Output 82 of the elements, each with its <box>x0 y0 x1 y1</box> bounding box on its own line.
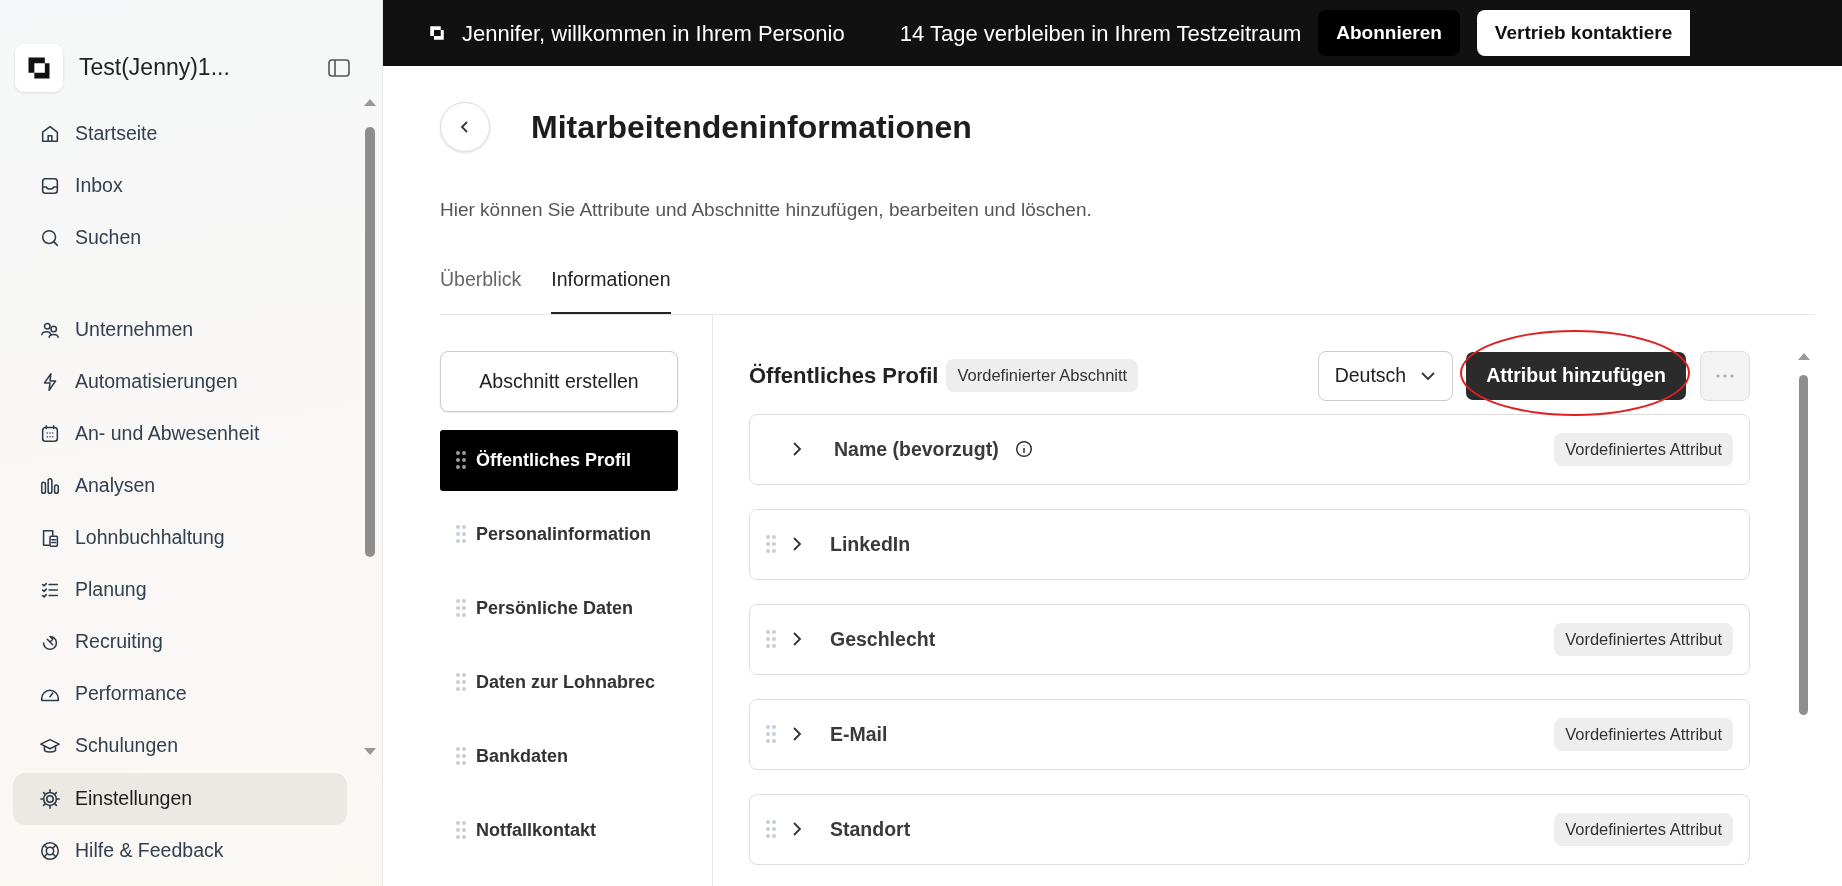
scrollbar[interactable] <box>364 97 376 757</box>
sidebar-item[interactable]: Inbox <box>13 160 354 212</box>
logo-icon <box>428 24 446 42</box>
section-item[interactable]: Persönliche Daten <box>440 577 678 639</box>
section-tag: Vordefinierter Abschnitt <box>946 359 1139 393</box>
sidebar-item[interactable]: Recruiting <box>13 616 354 668</box>
sidebar-item[interactable]: Automatisierungen <box>13 356 354 408</box>
sidebar-toggle-icon[interactable] <box>327 56 351 79</box>
more-icon <box>1716 373 1734 378</box>
chevron-right-icon[interactable] <box>792 821 802 838</box>
calendar-icon <box>39 423 61 445</box>
drag-handle-icon[interactable] <box>766 820 776 839</box>
attribute-row[interactable]: LinkedIn <box>749 508 1750 580</box>
info-icon[interactable] <box>1014 440 1033 459</box>
bar-chart-icon <box>39 475 61 497</box>
drag-handle-icon[interactable] <box>766 630 776 649</box>
section-item[interactable]: Notfallkontakt <box>440 799 678 861</box>
scroll-up-icon[interactable] <box>364 97 376 107</box>
attribute-row[interactable]: E-Mail Vordefiniertes Attribut <box>749 698 1750 770</box>
logo-icon[interactable] <box>15 43 63 92</box>
attribute-tag: Vordefiniertes Attribut <box>1554 812 1733 846</box>
home-icon <box>39 123 61 145</box>
chevron-right-icon[interactable] <box>792 536 802 553</box>
more-button[interactable] <box>1700 350 1750 401</box>
chevron-right-icon[interactable] <box>792 441 802 458</box>
drag-handle-icon[interactable] <box>456 451 466 470</box>
attribute-name: Standort <box>830 816 911 842</box>
attribute-name: Name (bevorzugt) <box>834 436 999 462</box>
contact-button[interactable]: Vertrieb kontaktiere <box>1476 9 1691 57</box>
add-attribute-button[interactable]: Attribut hinzufügen <box>1466 351 1686 400</box>
attribute-tag: Vordefiniertes Attribut <box>1554 432 1733 466</box>
attribute-tag: Vordefiniertes Attribut <box>1554 717 1733 751</box>
sidebar-item[interactable]: Suchen <box>13 212 354 264</box>
drag-handle-icon[interactable] <box>766 725 776 744</box>
chevron-down-icon <box>1420 370 1437 381</box>
sidebar-item[interactable]: Einstellungen <box>13 773 347 825</box>
attribute-name: LinkedIn <box>830 531 911 557</box>
tab[interactable]: Informationen <box>551 258 671 314</box>
create-section-button[interactable]: Abschnitt erstellen <box>440 350 678 412</box>
sidebar-item[interactable]: Lohnbuchhaltung <box>13 512 354 564</box>
welcome-text: Jennifer, willkommen in Ihrem Personio <box>462 19 845 48</box>
section-item[interactable]: Bankdaten <box>440 725 678 787</box>
attribute-row[interactable]: Name (bevorzugt) Vordefiniertes Attribut <box>749 413 1750 485</box>
language-select[interactable]: Deutsch <box>1317 350 1454 401</box>
scroll-up-icon[interactable] <box>1798 351 1810 361</box>
drag-handle-icon[interactable] <box>456 747 466 766</box>
tab[interactable]: Überblick <box>440 258 522 314</box>
trial-notice: 14 Tage verbleiben in Ihrem Testzeitraum <box>899 19 1302 48</box>
drag-handle-icon[interactable] <box>456 673 466 692</box>
sidebar-item[interactable]: Unternehmen <box>13 304 354 356</box>
attribute-name: Geschlecht <box>830 626 936 652</box>
lifebuoy-icon <box>39 840 61 862</box>
search-icon <box>39 227 61 249</box>
settings-icon <box>39 788 61 810</box>
drag-handle-icon[interactable] <box>456 525 466 544</box>
attribute-name: E-Mail <box>830 721 888 747</box>
back-button[interactable] <box>440 102 490 152</box>
chevron-right-icon[interactable] <box>792 631 802 648</box>
sidebar-item[interactable]: Schulungen <box>13 720 354 760</box>
section-title: Öffentliches Profil <box>749 362 939 391</box>
section-item[interactable]: Personalinformation <box>440 503 678 565</box>
subscribe-button[interactable]: Abonnieren <box>1318 9 1460 57</box>
chevron-right-icon[interactable] <box>792 726 802 743</box>
drag-handle-icon[interactable] <box>766 535 776 554</box>
inbox-icon <box>39 175 61 197</box>
page-description: Hier können Sie Attribute und Abschnitte hinzufügen, bearbeiten und löschen. <box>440 198 1093 222</box>
workspace-name[interactable]: Test(Jenny)1... <box>79 50 230 85</box>
attribute-row[interactable]: Standort Vordefiniertes Attribut <box>749 793 1750 865</box>
sidebar-item[interactable]: Startseite <box>13 108 354 160</box>
page-title: Mitarbeitendeninformationen <box>531 107 972 147</box>
scroll-down-icon[interactable] <box>364 747 376 757</box>
sidebar-item[interactable]: Hilfe & Feedback <box>13 825 347 877</box>
drag-handle-icon[interactable] <box>456 599 466 618</box>
section-item[interactable]: Öffentliches Profil <box>440 429 678 491</box>
sidebar-item[interactable]: Performance <box>13 668 354 720</box>
sidebar-item[interactable]: An- und Abwesenheit <box>13 408 354 460</box>
sidebar-item[interactable]: Planung <box>13 564 354 616</box>
section-item[interactable]: Daten zur Lohnabrec <box>440 651 678 713</box>
drag-handle-icon[interactable] <box>456 821 466 840</box>
sidebar-item[interactable]: Analysen <box>13 460 354 512</box>
attribute-row[interactable]: Geschlecht Vordefiniertes Attribut <box>749 603 1750 675</box>
attribute-tag: Vordefiniertes Attribut <box>1554 622 1733 656</box>
